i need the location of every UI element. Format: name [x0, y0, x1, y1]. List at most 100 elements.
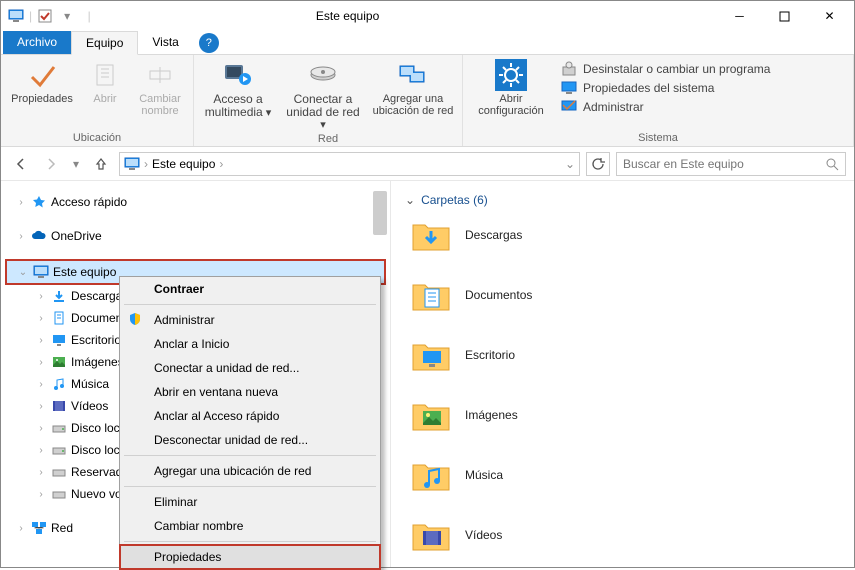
search-box[interactable]: [616, 152, 846, 176]
uninstall-icon: [561, 61, 577, 77]
search-input[interactable]: [623, 157, 825, 171]
chevron-right-icon[interactable]: ›: [35, 401, 47, 412]
context-menu: Contraer Administrar Anclar a Inicio Con…: [119, 276, 381, 570]
folder-musica[interactable]: Música: [411, 455, 840, 495]
folder-documentos[interactable]: Documentos: [411, 275, 840, 315]
ribbon-group-ubicacion: Propiedades Abrir Cambiar nombre Ubicaci…: [1, 55, 194, 146]
chevron-right-icon[interactable]: ›: [35, 313, 47, 324]
drive-icon: [51, 486, 67, 502]
ctx-anclar-inicio[interactable]: Anclar a Inicio: [120, 332, 380, 356]
folder-videos[interactable]: Vídeos: [411, 515, 840, 555]
network-location-icon: [397, 59, 429, 91]
maximize-button[interactable]: [762, 2, 807, 30]
ctx-agregar[interactable]: Agregar una ubicación de red: [120, 459, 380, 483]
chevron-right-icon[interactable]: ›: [15, 231, 27, 242]
open-icon: [89, 59, 121, 91]
ribbon-group-red: Acceso a multimedia ▾ Conectar a unidad …: [194, 55, 463, 146]
gear-icon: [495, 59, 527, 91]
ctx-desconectar[interactable]: Desconectar unidad de red...: [120, 428, 380, 452]
ctx-propiedades[interactable]: Propiedades: [120, 545, 380, 569]
content-pane: ⌄Carpetas (6) Descargas Documentos Escri…: [391, 181, 854, 567]
ctx-conectar[interactable]: Conectar a unidad de red...: [120, 356, 380, 380]
chevron-right-icon[interactable]: ›: [15, 197, 27, 208]
acceso-multimedia-button[interactable]: Acceso a multimedia ▾: [202, 59, 274, 131]
minimize-button[interactable]: ─: [717, 2, 762, 30]
window-controls: ─ ✕: [717, 2, 852, 30]
help-icon[interactable]: ?: [199, 33, 219, 53]
ctx-eliminar[interactable]: Eliminar: [120, 490, 380, 514]
tab-vista[interactable]: Vista: [138, 31, 192, 54]
chevron-right-icon[interactable]: ›: [35, 335, 47, 346]
network-icon: [31, 520, 47, 536]
search-icon[interactable]: [825, 157, 839, 171]
tree-onedrive[interactable]: ›OneDrive: [5, 225, 386, 247]
tree-acceso-rapido[interactable]: ›Acceso rápido: [5, 191, 386, 213]
tab-archivo[interactable]: Archivo: [3, 31, 71, 54]
ctx-abrir-ventana[interactable]: Abrir en ventana nueva: [120, 380, 380, 404]
chevron-right-icon[interactable]: ›: [219, 157, 223, 171]
up-button[interactable]: [89, 152, 113, 176]
chevron-right-icon[interactable]: ›: [35, 445, 47, 456]
star-icon: [31, 194, 47, 210]
images-folder-icon: [411, 395, 451, 435]
tab-equipo[interactable]: Equipo: [71, 31, 138, 55]
documents-folder-icon: [411, 275, 451, 315]
scrollbar-thumb[interactable]: [373, 191, 387, 235]
conectar-unidad-button[interactable]: Conectar a unidad de red ▾: [284, 59, 362, 131]
chevron-down-icon[interactable]: ⌄: [17, 267, 29, 278]
chevron-right-icon[interactable]: ›: [35, 379, 47, 390]
ctx-contraer[interactable]: Contraer: [120, 277, 380, 301]
back-button[interactable]: [9, 152, 33, 176]
address-bar[interactable]: › Este equipo › ⌄: [119, 152, 580, 176]
chevron-right-icon[interactable]: ›: [35, 423, 47, 434]
check-icon: [26, 59, 58, 91]
agregar-ubicacion-button[interactable]: Agregar una ubicación de red: [372, 59, 454, 131]
chevron-down-icon: ⌄: [405, 193, 415, 207]
chevron-right-icon[interactable]: ›: [144, 157, 148, 171]
monitor-icon: [561, 80, 577, 96]
desktop-folder-icon: [411, 335, 451, 375]
folder-escritorio[interactable]: Escritorio: [411, 335, 840, 375]
desinstalar-button[interactable]: Desinstalar o cambiar un programa: [561, 61, 770, 77]
propiedades-sistema-button[interactable]: Propiedades del sistema: [561, 80, 770, 96]
chevron-right-icon[interactable]: ›: [35, 489, 47, 500]
ribbon-tabs: Archivo Equipo Vista ?: [1, 31, 854, 55]
sistema-list: Desinstalar o cambiar un programa Propie…: [561, 59, 770, 130]
ctx-administrar[interactable]: Administrar: [120, 308, 380, 332]
history-button[interactable]: ▾: [69, 152, 83, 176]
abrir-config-button[interactable]: Abrir configuración: [471, 59, 551, 130]
download-icon: [51, 288, 67, 304]
administrar-button[interactable]: Administrar: [561, 99, 770, 115]
folder-descargas[interactable]: Descargas: [411, 215, 840, 255]
chevron-down-icon[interactable]: ⌄: [565, 157, 575, 171]
ribbon-group-sistema: Abrir configuración Desinstalar o cambia…: [463, 55, 854, 146]
carpetas-header[interactable]: ⌄Carpetas (6): [405, 189, 840, 215]
window-title: Este equipo: [0, 9, 717, 23]
forward-button[interactable]: [39, 152, 63, 176]
ctx-separator: [124, 541, 376, 542]
group-label-red: Red: [202, 131, 454, 145]
ctx-anclar-rapido[interactable]: Anclar al Acceso rápido: [120, 404, 380, 428]
refresh-button[interactable]: [586, 152, 610, 176]
ctx-cambiar-nombre[interactable]: Cambiar nombre: [120, 514, 380, 538]
cloud-icon: [31, 228, 47, 244]
document-icon: [51, 310, 67, 326]
folder-imagenes[interactable]: Imágenes: [411, 395, 840, 435]
chevron-right-icon[interactable]: ›: [35, 467, 47, 478]
group-label-ubicacion: Ubicación: [9, 130, 185, 144]
pc-icon: [33, 264, 49, 280]
ribbon: Propiedades Abrir Cambiar nombre Ubicaci…: [1, 55, 854, 147]
cambiar-nombre-button: Cambiar nombre: [135, 59, 185, 130]
chevron-right-icon[interactable]: ›: [35, 291, 47, 302]
chevron-right-icon[interactable]: ›: [15, 523, 27, 534]
media-icon: [222, 59, 254, 91]
rename-icon: [144, 59, 176, 91]
breadcrumb[interactable]: Este equipo: [152, 157, 215, 171]
chevron-right-icon[interactable]: ›: [35, 357, 47, 368]
propiedades-button[interactable]: Propiedades: [9, 59, 75, 130]
titlebar: | ▾ | Este equipo ─ ✕: [1, 1, 854, 31]
close-button[interactable]: ✕: [807, 2, 852, 30]
drive-icon: [51, 420, 67, 436]
folders-list: Descargas Documentos Escritorio Imágenes…: [405, 215, 840, 555]
shield-icon: [128, 312, 144, 328]
